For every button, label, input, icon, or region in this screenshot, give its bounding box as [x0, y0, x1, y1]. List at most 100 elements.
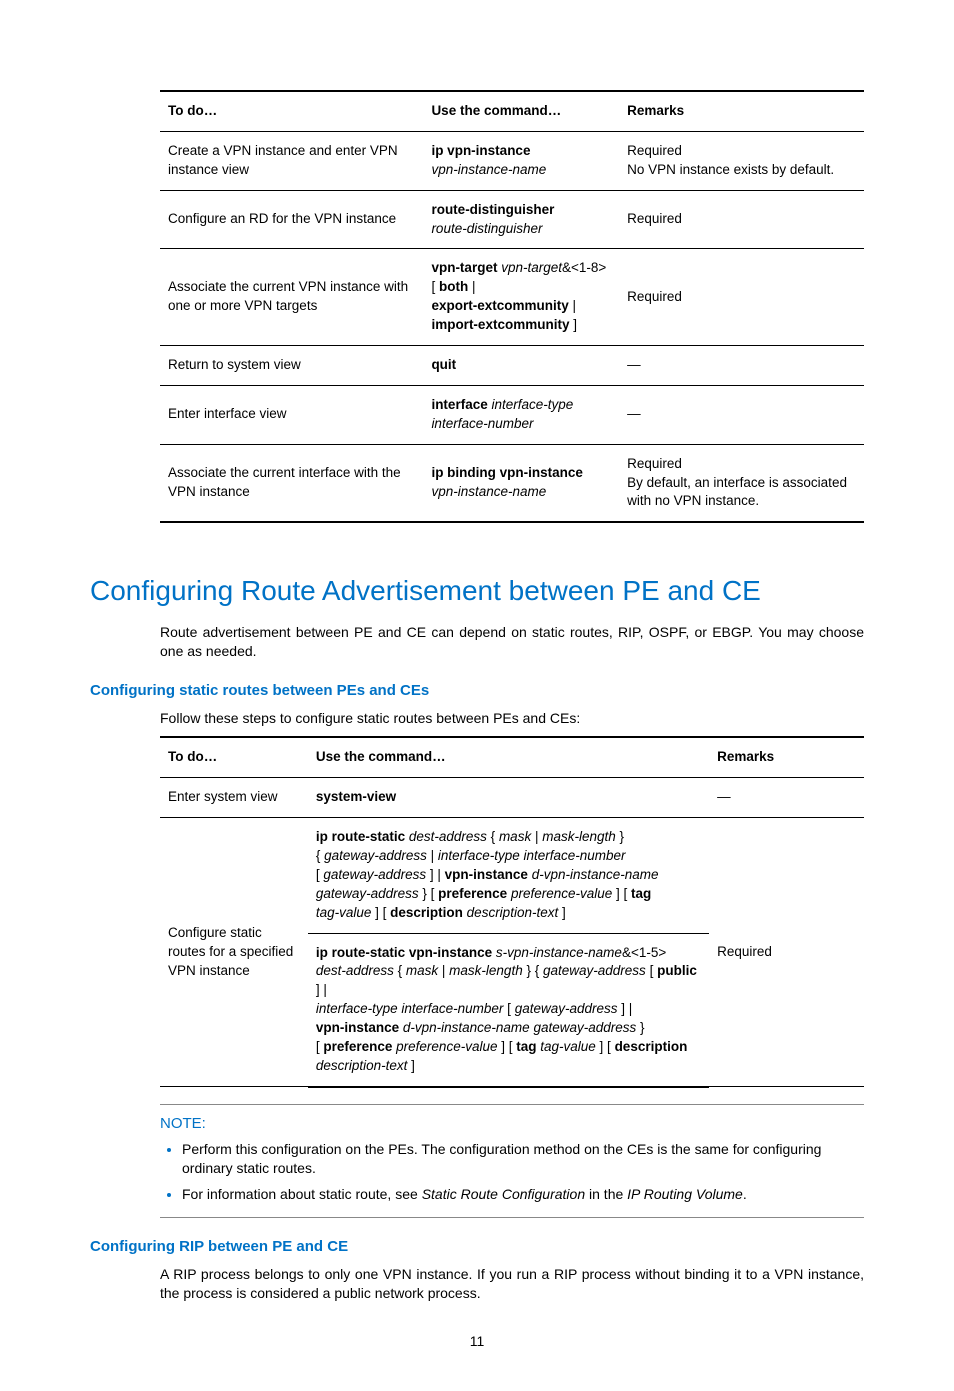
- cmd-bold: preference: [438, 886, 507, 901]
- cmd-arg: s-vpn-instance-name: [496, 945, 622, 960]
- cmd-bold: tag: [516, 1039, 536, 1054]
- cmd-arg: gateway-address: [543, 963, 646, 978]
- t1r6-todo: Associate the current interface with the…: [160, 444, 423, 522]
- cmd-bold: description: [390, 905, 463, 920]
- cmd-txt: |: [468, 279, 475, 294]
- cmd-txt: ] |: [426, 867, 445, 882]
- cmd-txt: &<1-8>: [562, 260, 606, 275]
- cmd-bold: ip vpn-instance: [431, 143, 530, 158]
- t1r2-rem: Required: [619, 190, 864, 249]
- section-paragraph: Route advertisement between PE and CE ca…: [160, 623, 864, 662]
- cmd-arg: vpn-instance-name: [431, 484, 546, 499]
- cmd-txt: }: [616, 829, 624, 844]
- t1r5-cmd: interface interface-type interface-numbe…: [423, 385, 619, 444]
- cmd-txt: ] [: [612, 886, 631, 901]
- t1r4-cmd: quit: [423, 346, 619, 386]
- t2r2-todo: Configure static routes for a specified …: [160, 818, 308, 1087]
- cmd-arg: gateway-address: [324, 848, 427, 863]
- cmd-txt: }: [636, 1020, 644, 1035]
- cmd-txt: ] |: [618, 1001, 633, 1016]
- t2r2-cmd-a: ip route-static dest-address { mask | ma…: [308, 818, 709, 933]
- cmd-arg: description-text: [316, 1058, 408, 1073]
- cmd-bold: public: [657, 963, 697, 978]
- t1r5-rem: —: [619, 385, 864, 444]
- cmd-arg: route-distinguisher: [431, 221, 542, 236]
- subsection-intro: Follow these steps to configure static r…: [160, 709, 864, 729]
- t1r3-todo: Associate the current VPN instance with …: [160, 249, 423, 346]
- table-row: Enter interface view interface interface…: [160, 385, 864, 444]
- cmd-bold: vpn-target: [431, 260, 497, 275]
- t2-h2: Use the command…: [308, 737, 709, 777]
- t2-h1: To do…: [160, 737, 308, 777]
- table-row: Configure an RD for the VPN instance rou…: [160, 190, 864, 249]
- page-number: 11: [90, 1332, 864, 1352]
- section-heading: Configuring Route Advertisement between …: [90, 571, 864, 610]
- cmd-txt: ]: [569, 317, 577, 332]
- config-table-1: To do… Use the command… Remarks Create a…: [160, 90, 864, 523]
- t1r6-rem: Required By default, an interface is ass…: [619, 444, 864, 522]
- cmd-txt: {: [491, 829, 499, 844]
- table2-wrap: To do… Use the command… Remarks Enter sy…: [160, 736, 864, 1087]
- cmd-bold: tag: [631, 886, 651, 901]
- cmd-bold: system-view: [316, 789, 396, 804]
- cmd-txt: ]: [407, 1058, 415, 1073]
- t1-h1: To do…: [160, 91, 423, 131]
- cmd-arg: dest-address: [409, 829, 487, 844]
- cmd-bold: both: [439, 279, 468, 294]
- t1-h3: Remarks: [619, 91, 864, 131]
- table-row: Associate the current VPN instance with …: [160, 249, 864, 346]
- cmd-arg: gateway-address: [323, 867, 426, 882]
- cmd-bold: import-extcommunity: [431, 317, 569, 332]
- t1r6-cmd: ip binding vpn-instance vpn-instance-nam…: [423, 444, 619, 522]
- subsection-paragraph: A RIP process belongs to only one VPN in…: [160, 1265, 864, 1304]
- note-ref: Static Route Configuration: [422, 1186, 585, 1202]
- cmd-txt: } [: [419, 886, 439, 901]
- cmd-arg: mask-length: [542, 829, 616, 844]
- t1r4-rem: —: [619, 346, 864, 386]
- cmd-arg: interface-type interface-number: [438, 848, 626, 863]
- cmd-arg: tag-value: [316, 905, 372, 920]
- remarks-line: By default, an interface is associated w…: [627, 475, 847, 509]
- cmd-arg: d-vpn-instance-name: [532, 867, 659, 882]
- cmd-txt: |: [531, 829, 542, 844]
- cmd-txt: [: [431, 279, 439, 294]
- cmd-txt: [: [646, 963, 657, 978]
- table-row: Associate the current interface with the…: [160, 444, 864, 522]
- cmd-bold: interface: [431, 397, 487, 412]
- page-content: To do… Use the command… Remarks Create a…: [0, 0, 954, 1391]
- note-ref: IP Routing Volume: [627, 1186, 743, 1202]
- cmd-bold: ip route-static: [316, 829, 405, 844]
- note-text: in the: [585, 1186, 627, 1202]
- cmd-txt: ] [: [497, 1039, 516, 1054]
- t1r4-todo: Return to system view: [160, 346, 423, 386]
- note-text: For information about static route, see: [182, 1186, 422, 1202]
- cmd-arg: gateway-address: [316, 886, 419, 901]
- t1r2-cmd: route-distinguisher route-distinguisher: [423, 190, 619, 249]
- t1r2-todo: Configure an RD for the VPN instance: [160, 190, 423, 249]
- t1r1-rem: Required No VPN instance exists by defau…: [619, 131, 864, 190]
- cmd-bold: ip route-static vpn-instance: [316, 945, 492, 960]
- cmd-arg: vpn-target: [501, 260, 562, 275]
- cmd-arg: mask: [406, 963, 438, 978]
- note-label: NOTE:: [160, 1113, 864, 1134]
- cmd-arg: preference-value: [396, 1039, 497, 1054]
- cmd-arg: description-text: [467, 905, 559, 920]
- cmd-txt: {: [394, 963, 406, 978]
- note-item: Perform this configuration on the PEs. T…: [182, 1140, 864, 1179]
- t1-h2: Use the command…: [423, 91, 619, 131]
- t2-h3: Remarks: [709, 737, 864, 777]
- table-row: Enter system view system-view —: [160, 778, 864, 818]
- remarks-line: Required: [627, 456, 682, 471]
- cmd-bold: quit: [431, 357, 456, 372]
- cmd-txt: ] [: [371, 905, 390, 920]
- cmd-txt: ] [: [596, 1039, 615, 1054]
- table1-wrap: To do… Use the command… Remarks Create a…: [160, 90, 864, 523]
- note-block: NOTE: Perform this configuration on the …: [160, 1104, 864, 1218]
- table-row: Return to system view quit —: [160, 346, 864, 386]
- config-table-2: To do… Use the command… Remarks Enter sy…: [160, 736, 864, 1087]
- cmd-txt: |: [427, 848, 438, 863]
- t1r5-todo: Enter interface view: [160, 385, 423, 444]
- table-row: Configure static routes for a specified …: [160, 818, 864, 933]
- cmd-arg: tag-value: [540, 1039, 596, 1054]
- note-text: .: [743, 1186, 747, 1202]
